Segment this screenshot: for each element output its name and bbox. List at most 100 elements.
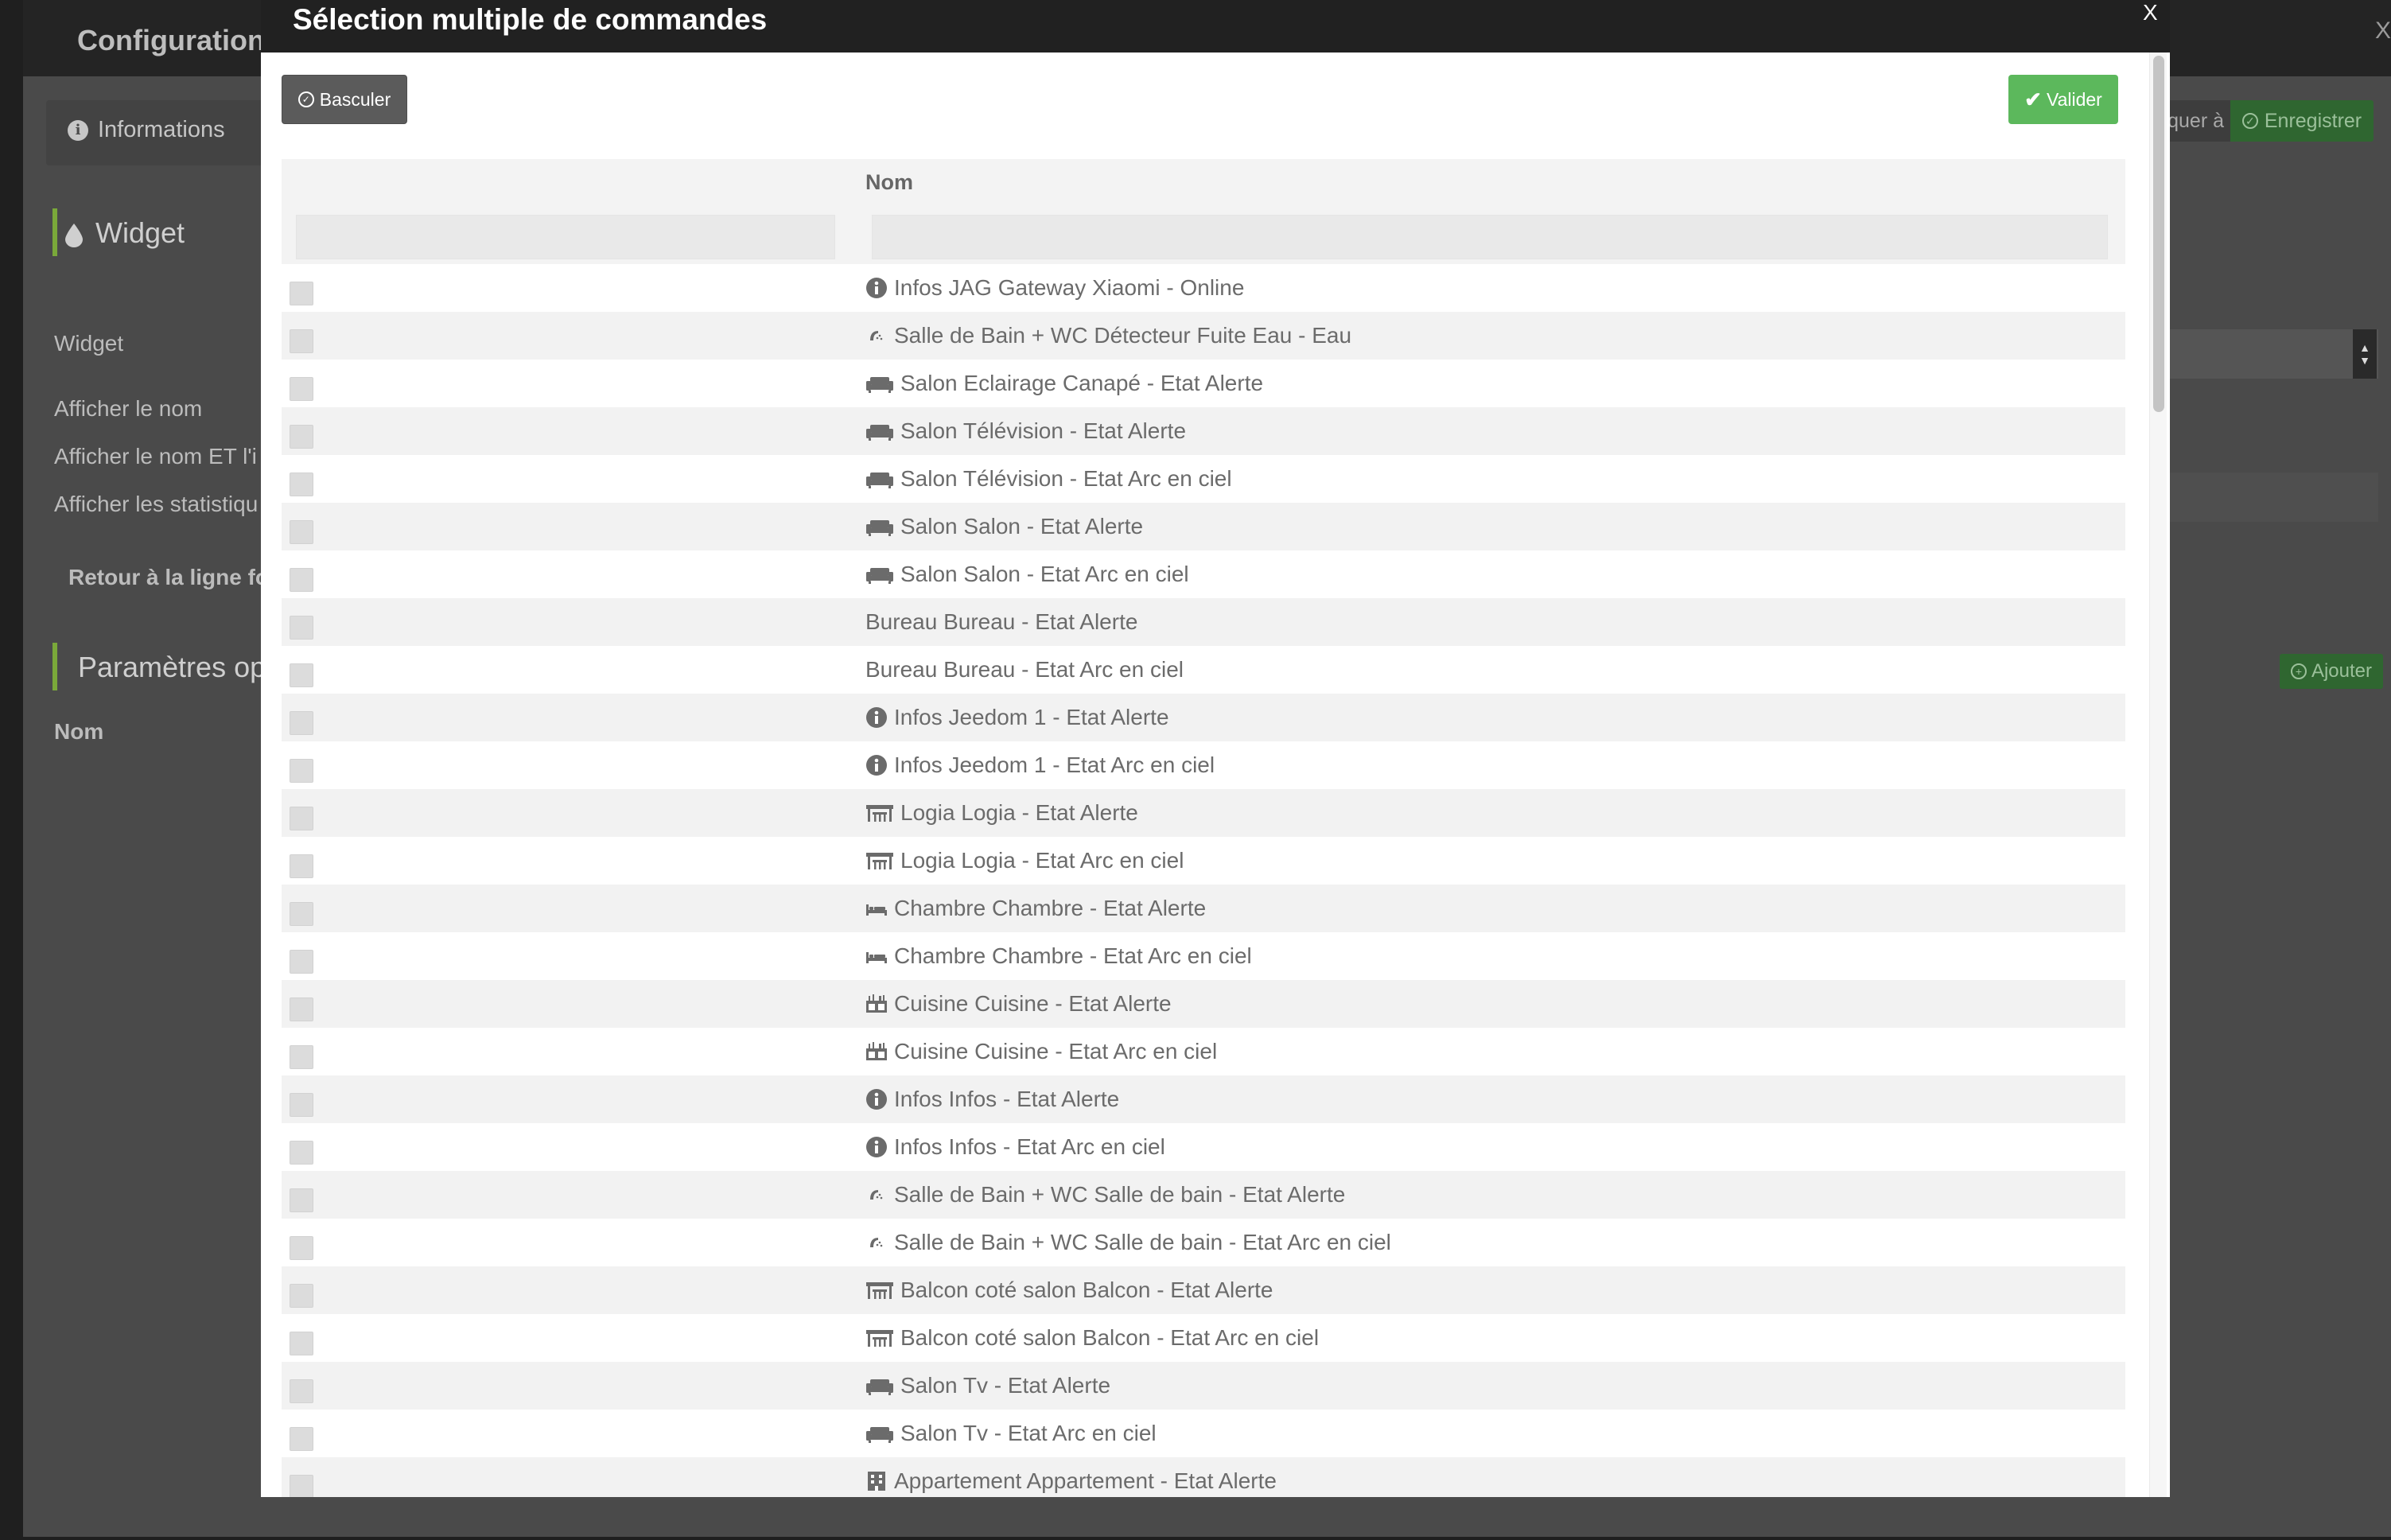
command-name-cell: Balcon coté salon Balcon - Etat Alerte bbox=[865, 1266, 1273, 1314]
table-row[interactable]: Chambre Chambre - Etat Alerte bbox=[282, 885, 2125, 932]
modal-header: Sélection multiple de commandes X bbox=[261, 0, 2170, 52]
table-row[interactable]: Cuisine Cuisine - Etat Arc en ciel bbox=[282, 1028, 2125, 1075]
table-row[interactable]: Chambre Chambre - Etat Arc en ciel bbox=[282, 932, 2125, 980]
bg-close-button[interactable]: X bbox=[2375, 18, 2391, 45]
row-checkbox[interactable] bbox=[290, 329, 313, 353]
save-button[interactable]: ✓ Enregistrer bbox=[2230, 100, 2374, 142]
kitchen-icon bbox=[865, 1040, 888, 1063]
row-checkbox[interactable] bbox=[290, 1188, 313, 1212]
row-checkbox[interactable] bbox=[290, 1236, 313, 1260]
tab-informations[interactable]: i Informations bbox=[68, 117, 225, 143]
label-afficher-stats: Afficher les statistiqu bbox=[54, 492, 259, 516]
table-row[interactable]: Bureau Bureau - Etat Arc en ciel bbox=[282, 646, 2125, 694]
modal-title: Sélection multiple de commandes bbox=[293, 3, 768, 36]
table-row[interactable]: Salon Salon - Etat Arc en ciel bbox=[282, 550, 2125, 598]
command-label: Balcon coté salon Balcon - Etat Arc en c… bbox=[900, 1325, 1320, 1350]
table-row[interactable]: Salle de Bain + WC Salle de bain - Etat … bbox=[282, 1171, 2125, 1219]
command-label: Salle de Bain + WC Détecteur Fuite Eau -… bbox=[894, 323, 1352, 348]
row-checkbox[interactable] bbox=[290, 1141, 313, 1165]
table-row[interactable]: Infos Infos - Etat Alerte bbox=[282, 1075, 2125, 1123]
command-label: Chambre Chambre - Etat Arc en ciel bbox=[894, 943, 1252, 968]
table-row[interactable]: Salon Télévision - Etat Arc en ciel bbox=[282, 455, 2125, 503]
validate-button[interactable]: ✔ Valider bbox=[2008, 75, 2118, 124]
command-label: Cuisine Cuisine - Etat Arc en ciel bbox=[894, 1039, 1218, 1064]
info-icon: i bbox=[68, 119, 88, 141]
table-header: Nom bbox=[282, 159, 2125, 207]
row-checkbox[interactable] bbox=[290, 663, 313, 687]
command-label: Salle de Bain + WC Salle de bain - Etat … bbox=[894, 1182, 1346, 1207]
row-checkbox[interactable] bbox=[290, 1427, 313, 1451]
table-row[interactable]: Salon Tv - Etat Alerte bbox=[282, 1362, 2125, 1410]
info-icon bbox=[865, 1136, 888, 1158]
row-checkbox[interactable] bbox=[290, 854, 313, 878]
table-row[interactable]: Logia Logia - Etat Alerte bbox=[282, 789, 2125, 837]
add-button[interactable]: + Ajouter bbox=[2280, 654, 2383, 689]
command-name-cell: Salle de Bain + WC Détecteur Fuite Eau -… bbox=[865, 312, 1351, 360]
command-name-cell: Salon Salon - Etat Alerte bbox=[865, 503, 1143, 550]
row-checkbox[interactable] bbox=[290, 472, 313, 496]
table-row[interactable]: Bureau Bureau - Etat Alerte bbox=[282, 598, 2125, 646]
row-checkbox[interactable] bbox=[290, 568, 313, 592]
building-icon bbox=[865, 1470, 888, 1492]
table-row[interactable]: Logia Logia - Etat Arc en ciel bbox=[282, 837, 2125, 885]
table-row[interactable]: Appartement Appartement - Etat Alerte bbox=[282, 1457, 2125, 1497]
table-row[interactable]: Salon Télévision - Etat Alerte bbox=[282, 407, 2125, 455]
row-checkbox[interactable] bbox=[290, 807, 313, 830]
command-label: Infos JAG Gateway Xiaomi - Online bbox=[894, 275, 1245, 300]
row-checkbox[interactable] bbox=[290, 998, 313, 1021]
row-checkbox[interactable] bbox=[290, 1475, 313, 1497]
table-row[interactable]: Salon Salon - Etat Alerte bbox=[282, 503, 2125, 550]
row-checkbox[interactable] bbox=[290, 1093, 313, 1117]
command-label: Infos Infos - Etat Arc en ciel bbox=[894, 1134, 1165, 1159]
row-checkbox[interactable] bbox=[290, 1332, 313, 1355]
command-name-cell: Infos Jeedom 1 - Etat Alerte bbox=[865, 694, 1169, 741]
command-label: Infos Infos - Etat Alerte bbox=[894, 1087, 1120, 1111]
info-icon bbox=[865, 754, 888, 776]
row-checkbox[interactable] bbox=[290, 616, 313, 640]
table-row[interactable]: Salle de Bain + WC Détecteur Fuite Eau -… bbox=[282, 312, 2125, 360]
row-checkbox[interactable] bbox=[290, 1379, 313, 1403]
table-row[interactable]: Cuisine Cuisine - Etat Alerte bbox=[282, 980, 2125, 1028]
shower-icon bbox=[865, 1231, 888, 1254]
table-row[interactable]: Infos JAG Gateway Xiaomi - Online bbox=[282, 264, 2125, 312]
command-label: Appartement Appartement - Etat Alerte bbox=[894, 1468, 1277, 1493]
validate-button-label: Valider bbox=[2046, 88, 2102, 110]
section-accent-bar bbox=[52, 208, 57, 256]
table-row[interactable]: Salle de Bain + WC Salle de bain - Etat … bbox=[282, 1219, 2125, 1266]
vertical-scrollbar[interactable] bbox=[2149, 52, 2167, 1497]
table-row[interactable]: Infos Jeedom 1 - Etat Arc en ciel bbox=[282, 741, 2125, 789]
check-icon: ✔ bbox=[2024, 87, 2042, 111]
modal-close-button[interactable]: X bbox=[2143, 0, 2158, 25]
command-name-cell: Chambre Chambre - Etat Alerte bbox=[865, 885, 1206, 932]
row-checkbox[interactable] bbox=[290, 1284, 313, 1308]
filter-row bbox=[282, 207, 2125, 264]
table-body: Infos JAG Gateway Xiaomi - Online Salle d… bbox=[282, 264, 2125, 1497]
row-checkbox[interactable] bbox=[290, 902, 313, 926]
select-filter-input[interactable] bbox=[296, 215, 835, 259]
table-row[interactable]: Salon Tv - Etat Arc en ciel bbox=[282, 1410, 2125, 1457]
row-checkbox[interactable] bbox=[290, 282, 313, 305]
command-label: Salon Tv - Etat Arc en ciel bbox=[900, 1421, 1157, 1445]
row-checkbox[interactable] bbox=[290, 377, 313, 401]
table-row[interactable]: Salon Eclairage Canapé - Etat Alerte bbox=[282, 360, 2125, 407]
table-row[interactable]: Infos Jeedom 1 - Etat Alerte bbox=[282, 694, 2125, 741]
table-row[interactable]: Infos Infos - Etat Arc en ciel bbox=[282, 1123, 2125, 1171]
name-filter-input[interactable] bbox=[872, 215, 2108, 259]
table-row[interactable]: Balcon coté salon Balcon - Etat Arc en c… bbox=[282, 1314, 2125, 1362]
select-arrow-icon[interactable]: ▲ ▼ bbox=[2353, 329, 2377, 379]
command-label: Infos Jeedom 1 - Etat Alerte bbox=[894, 705, 1169, 729]
row-checkbox[interactable] bbox=[290, 950, 313, 974]
command-name-cell: Chambre Chambre - Etat Arc en ciel bbox=[865, 932, 1252, 980]
terrace-icon bbox=[865, 802, 894, 824]
row-checkbox[interactable] bbox=[290, 520, 313, 544]
toggle-button[interactable]: ✓ Basculer bbox=[282, 75, 407, 124]
scrollbar-thumb[interactable] bbox=[2153, 56, 2164, 412]
row-checkbox[interactable] bbox=[290, 711, 313, 735]
row-checkbox[interactable] bbox=[290, 1045, 313, 1069]
table-row[interactable]: Balcon coté salon Balcon - Etat Alerte bbox=[282, 1266, 2125, 1314]
info-icon bbox=[865, 706, 888, 729]
bed-icon bbox=[865, 897, 888, 920]
row-checkbox[interactable] bbox=[290, 425, 313, 449]
row-checkbox[interactable] bbox=[290, 759, 313, 783]
command-name-cell: Logia Logia - Etat Arc en ciel bbox=[865, 837, 1184, 885]
